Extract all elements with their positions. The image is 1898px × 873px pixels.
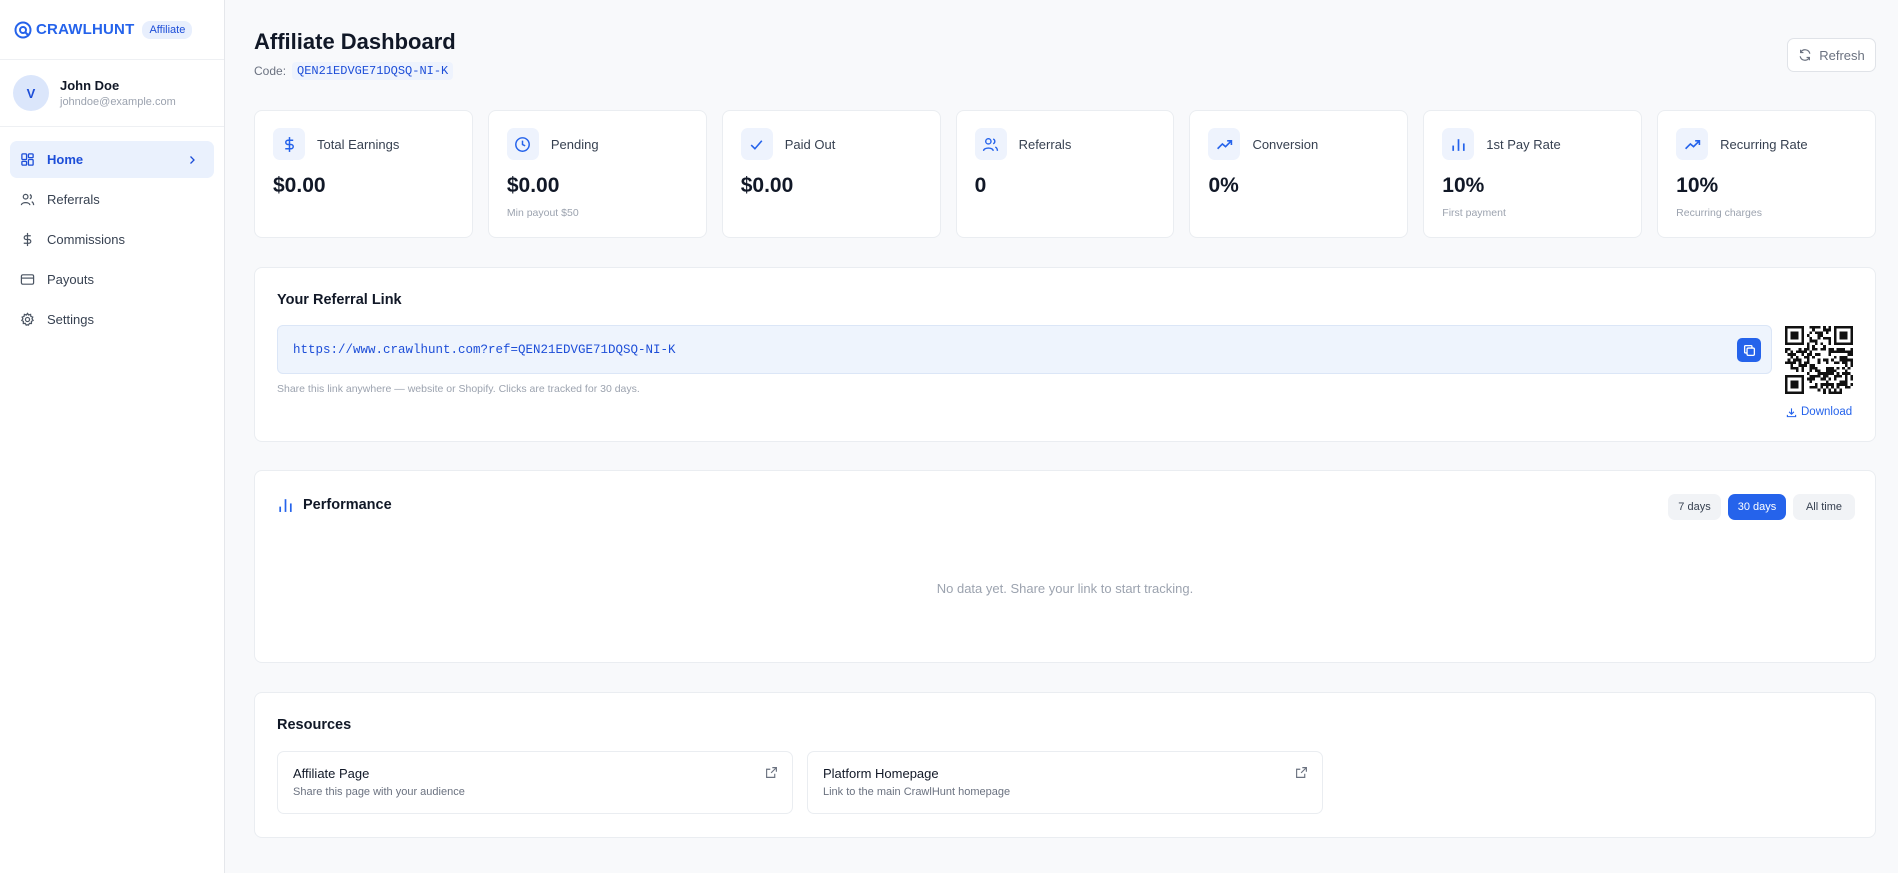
stat-label: Referrals [1018,136,1072,152]
referral-link-card: Your Referral Link https://www.crawlhunt… [254,267,1876,442]
range-all-time-button[interactable]: All time [1793,494,1855,520]
stat-card-paid-out: Paid Out $0.00 [721,110,941,238]
page-title: Affiliate Dashboard [254,29,456,54]
resource-description: Share this page with your audience [293,786,465,798]
dollar-icon [23,232,32,247]
users-icon [982,137,999,151]
stat-value: 0 [974,174,987,197]
resources-title: Resources [277,717,352,733]
stats-row: Total Earnings $0.00 Pending $0.00 Min p… [254,110,1877,238]
stat-subtext: Min payout $50 [506,207,579,219]
brand[interactable]: CRAWLHUNT Affiliate [0,0,224,60]
sidebar-item-label: Payouts [47,272,94,287]
sidebar-item-settings[interactable]: Settings [10,301,214,338]
stat-value: 10% [1442,174,1485,197]
resource-name: Platform Homepage [823,766,939,781]
stat-value: 0% [1208,174,1239,197]
copy-link-button[interactable] [1737,338,1761,362]
download-qr-button[interactable]: Download [1786,406,1852,418]
performance-title: Performance [303,496,392,513]
sidebar-item-home[interactable]: Home [10,141,214,178]
range-30-days-button[interactable]: 30 days [1728,494,1786,520]
gear-icon [20,312,35,326]
sidebar-item-label: Commissions [47,232,126,247]
check-icon [750,139,763,150]
stat-card-pending: Pending $0.00 Min payout $50 [487,110,707,238]
external-link-icon [1296,767,1307,778]
copy-icon [1743,344,1755,356]
stat-card-conversion: Conversion 0% [1189,110,1409,238]
stat-label: Paid Out [784,136,836,152]
refresh-button[interactable]: Refresh [1787,38,1876,72]
referral-link[interactable]: https://www.crawlhunt.com?ref=QEN21EDVGE… [293,343,676,357]
sidebar-item-commissions[interactable]: Commissions [10,221,214,258]
bar-chart-icon [1452,138,1465,151]
download-label: Download [1801,406,1853,418]
download-icon [1786,407,1797,417]
bar-chart-icon [279,499,292,512]
code-label: Code: [254,64,287,78]
refresh-label: Refresh [1819,47,1865,63]
trending-up-icon [1684,139,1700,149]
sidebar-nav: Home Referrals Commissions Payouts Setti… [0,127,224,355]
stat-label: Conversion [1252,136,1319,152]
clock-icon [515,136,531,152]
stat-subtext: Recurring charges [1676,207,1762,219]
avatar: V [13,75,49,111]
stat-label: Pending [550,136,599,152]
sidebar-item-payouts[interactable]: Payouts [10,261,214,298]
sidebar: CRAWLHUNT Affiliate V John Doe johndoe@e… [0,0,225,873]
user-profile[interactable]: V John Doe johndoe@example.com [0,60,224,127]
stat-value: $0.00 [740,174,794,197]
stat-value: 10% [1676,174,1719,197]
stat-value: $0.00 [273,174,326,197]
dollar-icon [284,136,294,152]
affiliate-badge: Affiliate [142,20,193,39]
stat-card-first-pay-rate: 1st Pay Rate 10% First payment [1423,110,1643,238]
range-7-days-button[interactable]: 7 days [1668,494,1721,520]
affiliate-code[interactable]: QEN21EDVGE71DQSQ-NI-K [292,62,454,80]
resource-name: Affiliate Page [293,766,370,781]
brand-name: CRAWLHUNT [36,21,135,38]
external-link-icon [766,767,777,778]
qr-code-image [1785,326,1853,394]
resources-card: Resources Affiliate Page Share this page… [254,692,1876,838]
stat-label: Total Earnings [317,136,400,152]
stat-card-referrals: Referrals 0 [955,110,1175,238]
stat-card-total-earnings: Total Earnings $0.00 [254,110,473,238]
users-icon [20,193,35,206]
resource-platform-homepage[interactable]: Platform Homepage Link to the main Crawl… [807,751,1323,814]
sidebar-item-label: Referrals [47,192,100,207]
grid-icon [21,153,34,166]
referral-link-box[interactable]: https://www.crawlhunt.com?ref=QEN21EDVGE… [277,325,1772,374]
performance-empty-message: No data yet. Share your link to start tr… [936,581,1194,596]
chevron-right-icon [190,155,195,164]
stat-card-recurring-rate: Recurring Rate 10% Recurring charges [1657,110,1877,238]
stat-label: 1st Pay Rate [1486,136,1561,152]
resource-affiliate-page[interactable]: Affiliate Page Share this page with your… [277,751,793,814]
refresh-icon [1799,49,1811,61]
referral-link-hint: Share this link anywhere — website or Sh… [277,383,640,395]
sidebar-item-label: Settings [47,312,94,327]
stat-value: $0.00 [506,174,560,197]
resource-description: Link to the main CrawlHunt homepage [823,786,1011,798]
stat-label: Recurring Rate [1720,136,1808,152]
sidebar-item-referrals[interactable]: Referrals [10,181,214,218]
sidebar-item-label: Home [47,152,84,167]
user-name: John Doe [60,78,120,93]
performance-card: Performance 7 days 30 days All time No d… [254,470,1876,663]
affiliate-code-row: Code: QEN21EDVGE71DQSQ-NI-K [254,62,454,80]
stat-subtext: First payment [1442,207,1506,219]
referral-link-title: Your Referral Link [277,292,402,308]
crawlhunt-logo-icon [14,21,32,38]
card-icon [20,274,35,285]
user-email: johndoe@example.com [60,96,176,108]
trending-up-icon [1216,139,1233,149]
